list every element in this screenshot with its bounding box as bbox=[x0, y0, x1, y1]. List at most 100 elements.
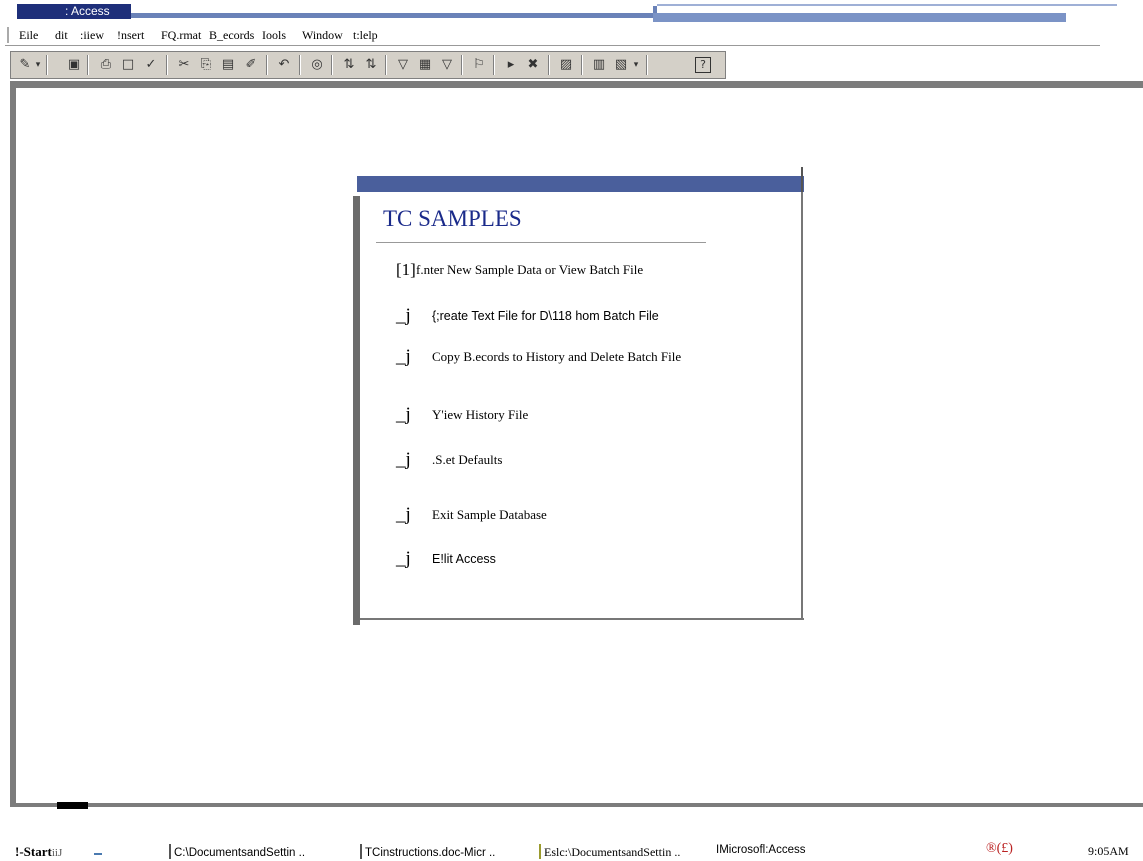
switchboard-item[interactable]: _j Copy B.ecords to History and Delete Ba… bbox=[396, 346, 681, 368]
toolbar: ✎ ▾ ▣ ⎙ □ ✓ ✂ ⎘ ▤ ✐ ↶ ◎ ⇅ ⇅ ▽ ▦ ▽ ⚐ ▸ ✖ … bbox=[10, 51, 726, 79]
toolbar-separator bbox=[87, 55, 89, 75]
taskbar-task[interactable]: IMicrosofl:Access bbox=[716, 844, 805, 856]
print-preview-icon[interactable]: □ bbox=[118, 55, 138, 75]
title-bar-line bbox=[131, 13, 653, 18]
form-border bbox=[801, 192, 803, 620]
toolbar-separator bbox=[266, 55, 268, 75]
menu-file[interactable]: Eile bbox=[19, 26, 38, 45]
toolbar-separator bbox=[46, 55, 48, 75]
menu-tools[interactable]: Iools bbox=[262, 26, 286, 45]
sort-ascending-icon[interactable]: ⇅ bbox=[339, 55, 359, 75]
switchboard-button[interactable]: _j bbox=[396, 404, 420, 426]
menu-records[interactable]: B_ecords bbox=[209, 26, 254, 45]
design-view-icon[interactable]: ✎ bbox=[15, 55, 35, 75]
print-icon[interactable]: ⎙ bbox=[96, 55, 116, 75]
toolbar-separator bbox=[646, 55, 648, 75]
menu-bar: Eile dit :iiew !nsert FQ.rmat B_ecords I… bbox=[5, 26, 1100, 46]
taskbar-task[interactable]: Eslc:\DocumentsandSettin .. bbox=[539, 844, 680, 860]
start-button[interactable]: !-StartiiJ bbox=[15, 844, 62, 860]
switchboard-item-label: f.nter New Sample Data or View Batch Fil… bbox=[416, 262, 644, 277]
spelling-icon[interactable]: ✓ bbox=[141, 55, 161, 75]
task-label: TCinstructions.doc-Micr .. bbox=[365, 847, 496, 859]
switchboard-button[interactable]: _j bbox=[396, 449, 420, 471]
title-bar-line bbox=[657, 4, 1117, 6]
filter-by-form-icon[interactable]: ▦ bbox=[415, 55, 435, 75]
switchboard-item[interactable]: [1]f.nter New Sample Data or View Batch … bbox=[396, 260, 643, 282]
clock: 9:05AM bbox=[1088, 844, 1129, 858]
toolbar-separator bbox=[299, 55, 301, 75]
toolbar-separator bbox=[493, 55, 495, 75]
delete-record-icon[interactable]: ✖ bbox=[523, 55, 543, 75]
taskbar: !-StartiiJ C:\DocumentsandSettin .. TCin… bbox=[0, 812, 1143, 861]
switchboard-button[interactable]: _j bbox=[396, 504, 420, 526]
toolbar-separator bbox=[581, 55, 583, 75]
find-icon[interactable]: ⚐ bbox=[469, 55, 489, 75]
database-window-icon[interactable]: ▥ bbox=[589, 55, 609, 75]
switchboard-item-label: .S.et Defaults bbox=[432, 452, 503, 467]
start-label: !-Start bbox=[15, 844, 52, 859]
toolbar-separator bbox=[548, 55, 550, 75]
form-border bbox=[353, 196, 360, 625]
chevron-down-icon[interactable]: ▾ bbox=[33, 55, 43, 75]
save-icon[interactable]: ▣ bbox=[64, 55, 84, 75]
start-suffix: iiJ bbox=[51, 847, 63, 859]
switchboard-button[interactable]: _j bbox=[396, 346, 420, 368]
switchboard-item[interactable]: _j .S.et Defaults bbox=[396, 449, 502, 471]
menu-view[interactable]: :iiew bbox=[80, 26, 104, 45]
switchboard-item-label: E!lit Access bbox=[432, 552, 496, 566]
toolbar-separator bbox=[385, 55, 387, 75]
switchboard-item[interactable]: _j Y'iew History File bbox=[396, 404, 528, 426]
menu-help[interactable]: t:lelp bbox=[353, 26, 378, 45]
menu-format[interactable]: FQ.rmat bbox=[161, 26, 201, 45]
task-divider bbox=[169, 844, 171, 859]
system-tray-icons[interactable]: ®(£) bbox=[986, 841, 1013, 857]
quick-launch-icon[interactable] bbox=[94, 853, 102, 855]
properties-icon[interactable]: ▨ bbox=[556, 55, 576, 75]
workspace-frame bbox=[10, 81, 16, 805]
taskbar-task[interactable]: TCinstructions.doc-Micr .. bbox=[360, 844, 495, 859]
switchboard-item[interactable]: _j {;reate Text File for D\118 hom Batch … bbox=[396, 305, 659, 327]
switchboard-button[interactable]: _j bbox=[396, 548, 420, 570]
task-label: C:\DocumentsandSettin .. bbox=[174, 847, 306, 859]
form-title-bar[interactable] bbox=[357, 176, 804, 192]
apply-filter-icon[interactable]: ▽ bbox=[437, 55, 457, 75]
task-divider bbox=[539, 844, 541, 859]
cut-icon[interactable]: ✂ bbox=[174, 55, 194, 75]
new-record-icon[interactable]: ▸ bbox=[501, 55, 521, 75]
switchboard-item-label: Exit Sample Database bbox=[432, 507, 547, 522]
copy-icon[interactable]: ⎘ bbox=[196, 55, 216, 75]
switchboard-button[interactable]: _j bbox=[396, 305, 420, 327]
task-label: IMicrosofl:Access bbox=[716, 844, 806, 856]
sort-descending-icon[interactable]: ⇅ bbox=[361, 55, 381, 75]
workspace-frame bbox=[10, 81, 1143, 88]
switchboard-item-label: Y'iew History File bbox=[432, 407, 529, 422]
switchboard-title: TC SAMPLES bbox=[383, 206, 522, 231]
undo-icon[interactable]: ↶ bbox=[274, 55, 294, 75]
switchboard-item-label: Copy B.ecords to History and Delete Batc… bbox=[432, 349, 682, 364]
paste-icon[interactable]: ▤ bbox=[218, 55, 238, 75]
new-object-icon[interactable]: ▧ bbox=[611, 55, 631, 75]
form-border bbox=[360, 618, 804, 620]
toolbar-separator bbox=[331, 55, 333, 75]
web-icon[interactable]: ◎ bbox=[307, 55, 327, 75]
menu-grip[interactable] bbox=[7, 27, 9, 43]
taskbar-task[interactable]: C:\DocumentsandSettin .. bbox=[169, 844, 305, 859]
menu-edit[interactable]: dit bbox=[55, 26, 68, 45]
workspace-frame bbox=[10, 803, 1143, 807]
switchboard-item[interactable]: _j Exit Sample Database bbox=[396, 504, 547, 526]
format-painter-icon[interactable]: ✐ bbox=[241, 55, 261, 75]
help-icon[interactable]: ? bbox=[695, 57, 711, 73]
menu-insert[interactable]: !nsert bbox=[117, 26, 144, 45]
window-title: : Access bbox=[17, 4, 131, 19]
task-divider bbox=[360, 844, 362, 859]
minimized-window[interactable] bbox=[57, 802, 88, 809]
switchboard-item[interactable]: _j E!lit Access bbox=[396, 548, 496, 570]
title-bar-line bbox=[653, 13, 1066, 22]
toolbar-separator bbox=[461, 55, 463, 75]
task-label: Eslc:\DocumentsandSettin .. bbox=[544, 845, 681, 859]
toolbar-separator bbox=[166, 55, 168, 75]
chevron-down-icon[interactable]: ▾ bbox=[631, 55, 641, 75]
switchboard-item-label: {;reate Text File for D\118 hom Batch Fi… bbox=[432, 309, 659, 323]
menu-window[interactable]: Window bbox=[302, 26, 343, 45]
filter-by-selection-icon[interactable]: ▽ bbox=[393, 55, 413, 75]
